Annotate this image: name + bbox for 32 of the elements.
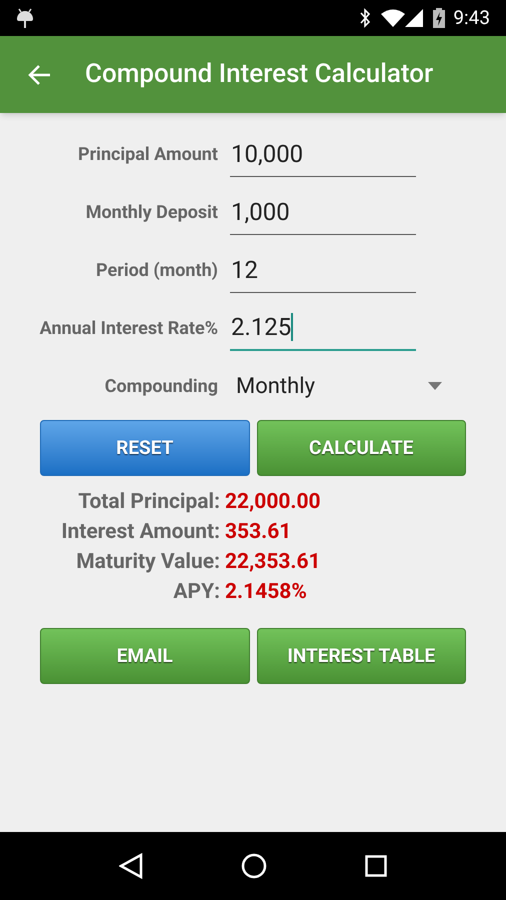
result-value: 2.1458%: [225, 579, 307, 606]
reset-button[interactable]: RESET: [40, 420, 250, 476]
recents-icon[interactable]: [365, 855, 387, 877]
wifi-icon: [381, 9, 406, 27]
signal-icon: [405, 9, 424, 27]
input-field[interactable]: 2.125: [230, 305, 416, 351]
dropdown-caret-icon: [428, 382, 442, 390]
status-time: 9:43: [453, 4, 490, 31]
result-label: Interest Amount:: [60, 519, 220, 546]
result-value: 353.61: [225, 519, 292, 546]
result-value: 22,000.00: [225, 489, 321, 516]
input-field[interactable]: 12: [230, 247, 416, 293]
input-field[interactable]: 10,000: [230, 131, 416, 177]
android-icon: [16, 7, 34, 29]
bluetooth-icon: [359, 8, 372, 28]
app-title: Compound Interest Calculator: [85, 58, 434, 91]
result-label: Maturity Value:: [75, 549, 220, 576]
back-arrow-icon[interactable]: [27, 64, 51, 86]
compounding-dropdown[interactable]: Monthly: [236, 370, 442, 402]
field-label: Monthly Deposit: [84, 200, 219, 224]
back-icon[interactable]: [119, 853, 143, 879]
battery-icon: [433, 8, 446, 28]
home-icon[interactable]: [241, 853, 267, 879]
input-field[interactable]: 1,000: [230, 189, 416, 235]
field-label: Compounding: [104, 374, 219, 398]
field-label: Principal Amount: [76, 142, 219, 166]
result-label: APY:: [172, 579, 220, 606]
result-value: 22,353.61: [225, 549, 321, 576]
field-label: Period (month): [95, 258, 219, 282]
text-cursor: [291, 313, 294, 341]
result-label: Total Principal:: [77, 489, 220, 516]
field-label: Annual Interest Rate%: [38, 316, 219, 340]
